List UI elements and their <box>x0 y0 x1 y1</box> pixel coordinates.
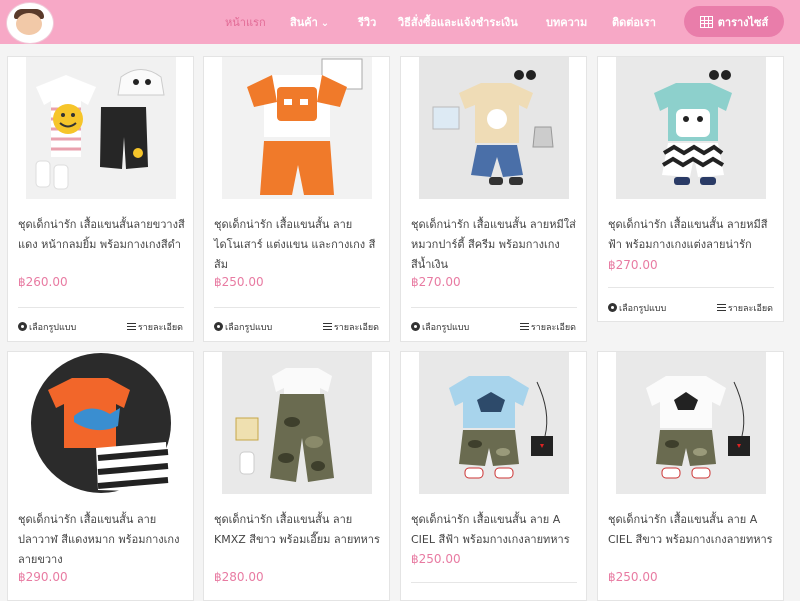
nav-products-label: สินค้า <box>290 16 318 29</box>
product-image[interactable] <box>419 57 569 199</box>
product-price: ฿250.00 <box>608 570 658 584</box>
card-divider <box>411 582 577 583</box>
choose-style-label: เลือกรูปแบบ <box>619 304 667 314</box>
product-image[interactable] <box>222 57 372 199</box>
choose-style-button[interactable]: เลือกรูปแบบ <box>608 301 666 315</box>
nav-products[interactable]: สินค้า ⌄ <box>290 13 329 31</box>
product-card[interactable]: ชุดเด็กน่ารัก เสื้อแขนสั้น ลายปลาวาฬ สีแ… <box>7 351 194 601</box>
logo-face <box>16 13 42 35</box>
product-name[interactable]: ชุดเด็กน่ารัก เสื้อแขนสั้น ลายหมีสีฟ้า พ… <box>608 215 776 255</box>
size-chart-label: ตารางไซส์ <box>717 15 769 29</box>
nav-articles[interactable]: บทความ <box>546 13 587 31</box>
product-name[interactable]: ชุดเด็กน่ารัก เสื้อแขนสั้น ลาย A CIEL สี… <box>411 510 579 550</box>
product-price: ฿280.00 <box>214 570 264 584</box>
product-image[interactable] <box>222 352 372 494</box>
product-price: ฿250.00 <box>411 552 461 566</box>
top-navbar: หน้าแรก สินค้า ⌄ รีวิว วิธีสั่งซื้อและแจ้… <box>0 0 800 44</box>
details-label: รายละเอียด <box>137 323 183 333</box>
choose-style-button[interactable]: เลือกรูปแบบ <box>214 320 272 334</box>
product-price: ฿290.00 <box>18 570 68 584</box>
choose-style-label: เลือกรูปแบบ <box>225 323 273 333</box>
product-card[interactable]: ชุดเด็กน่ารัก เสื้อแขนสั้นลายขวางสีแดง ห… <box>7 56 194 342</box>
product-card[interactable]: ชุดเด็กน่ารัก เสื้อแขนสั้น ลาย A CIEL สี… <box>597 351 784 601</box>
product-name[interactable]: ชุดเด็กน่ารัก เสื้อแขนสั้นลายขวางสีแดง ห… <box>18 215 186 255</box>
details-button[interactable]: รายละเอียด <box>716 301 773 315</box>
product-card[interactable]: ชุดเด็กน่ารัก เสื้อแขนสั้น ลายหมีสีฟ้า พ… <box>597 56 784 322</box>
product-price: ฿270.00 <box>411 275 461 289</box>
list-icon <box>126 323 136 330</box>
product-price: ฿250.00 <box>214 275 264 289</box>
gear-icon <box>18 322 27 331</box>
gear-icon <box>411 322 420 331</box>
product-name[interactable]: ชุดเด็กน่ารัก เสื้อแขนสั้น ลายหมีใส่หมวก… <box>411 215 579 275</box>
nav-reviews[interactable]: รีวิว <box>358 13 376 31</box>
site-logo[interactable] <box>6 2 54 44</box>
product-name[interactable]: ชุดเด็กน่ารัก เสื้อแขนสั้น ลายไดโนเสาร์ … <box>214 215 382 275</box>
product-name[interactable]: ชุดเด็กน่ารัก เสื้อแขนสั้น ลาย A CIEL สี… <box>608 510 776 550</box>
product-price: ฿270.00 <box>608 258 658 272</box>
table-icon <box>699 15 713 28</box>
details-button[interactable]: รายละเอียด <box>322 320 379 334</box>
choose-style-button[interactable]: เลือกรูปแบบ <box>411 320 469 334</box>
details-label: รายละเอียด <box>333 323 379 333</box>
product-name[interactable]: ชุดเด็กน่ารัก เสื้อแขนสั้น ลายปลาวาฬ สีแ… <box>18 510 186 570</box>
product-image[interactable] <box>26 352 176 494</box>
choose-style-label: เลือกรูปแบบ <box>29 323 77 333</box>
card-divider <box>214 307 380 308</box>
choose-style-label: เลือกรูปแบบ <box>422 323 470 333</box>
details-button[interactable]: รายละเอียด <box>126 320 183 334</box>
nav-contact[interactable]: ติดต่อเรา <box>612 13 656 31</box>
product-name[interactable]: ชุดเด็กน่ารัก เสื้อแขนสั้น ลาย KMXZ สีขา… <box>214 510 382 550</box>
list-icon <box>716 304 726 311</box>
card-divider <box>18 307 184 308</box>
product-image[interactable] <box>616 57 766 199</box>
product-image[interactable] <box>419 352 569 494</box>
details-label: รายละเอียด <box>727 304 773 314</box>
gear-icon <box>214 322 223 331</box>
product-image[interactable] <box>616 352 766 494</box>
product-card[interactable]: ชุดเด็กน่ารัก เสื้อแขนสั้น ลาย KMXZ สีขา… <box>203 351 390 601</box>
gear-icon <box>608 303 617 312</box>
list-icon <box>322 323 332 330</box>
product-card[interactable]: ชุดเด็กน่ารัก เสื้อแขนสั้น ลายหมีใส่หมวก… <box>400 56 587 342</box>
nav-home[interactable]: หน้าแรก <box>225 13 266 31</box>
product-card[interactable]: ชุดเด็กน่ารัก เสื้อแขนสั้น ลาย A CIEL สี… <box>400 351 587 601</box>
product-image[interactable] <box>26 57 176 199</box>
product-price: ฿260.00 <box>18 275 68 289</box>
chevron-down-icon: ⌄ <box>320 18 330 29</box>
details-label: รายละเอียด <box>530 323 576 333</box>
card-divider <box>411 307 577 308</box>
details-button[interactable]: รายละเอียด <box>519 320 576 334</box>
list-icon <box>519 323 529 330</box>
product-card[interactable]: ชุดเด็กน่ารัก เสื้อแขนสั้น ลายไดโนเสาร์ … <box>203 56 390 342</box>
choose-style-button[interactable]: เลือกรูปแบบ <box>18 320 76 334</box>
nav-how-to-order[interactable]: วิธีสั่งซื้อและแจ้งชำระเงิน <box>398 13 518 31</box>
card-divider <box>608 287 774 288</box>
size-chart-button[interactable]: ตารางไซส์ <box>684 6 784 37</box>
